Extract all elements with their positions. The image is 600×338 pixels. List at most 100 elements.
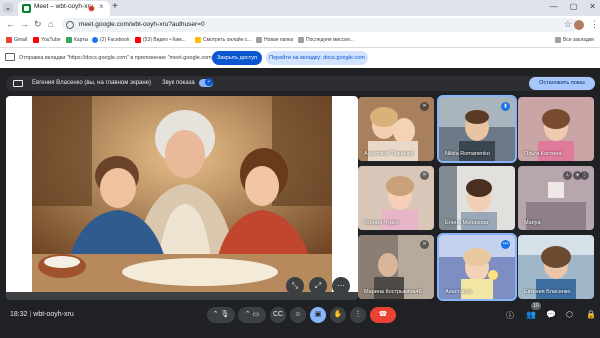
stop-presenting-button[interactable]: Остановить показ (529, 77, 595, 90)
shared-photo (32, 96, 332, 292)
leave-call-button[interactable]: ☎ (370, 307, 396, 323)
participant-tile[interactable]: ✕ Марина Кострыкина46 (358, 235, 434, 299)
participant-tile[interactable]: ▮ Nikita Romanenko (437, 95, 517, 163)
participant-tile[interactable]: Ольга Костина (518, 97, 594, 161)
chevron-up-icon[interactable]: ⌃ (245, 311, 251, 318)
recording-indicator-icon (88, 5, 95, 12)
screen-share-icon (5, 53, 15, 61)
captions-button[interactable]: CC (270, 307, 286, 323)
activities-icon[interactable]: ⬡ (566, 310, 573, 319)
present-icon (13, 80, 23, 87)
family-baking-photo (32, 96, 332, 292)
share-options-icon[interactable]: ⋯ (332, 277, 350, 295)
participant-name: Анастасія Ткаченко (364, 151, 414, 157)
all-bookmarks[interactable]: Все закладки (555, 37, 594, 43)
present-icon: ▣ (314, 311, 322, 318)
folder-icon (298, 37, 304, 43)
unpin-icon[interactable]: ⤡ (286, 277, 304, 295)
emoji-icon: ☺ (294, 311, 302, 318)
raise-hand-button[interactable]: ✋ (330, 307, 346, 323)
bookmark-video[interactable]: (53) Видео • Ким... (135, 37, 186, 43)
people-icon[interactable]: 👥 (526, 310, 536, 319)
mic-icon[interactable]: 🎙 (220, 311, 229, 318)
more-vert-icon: ⋮ (354, 311, 362, 318)
presentation-tile[interactable]: ⤡ ⤢ ⋯ (6, 96, 358, 300)
bookmark-facebook[interactable]: (2) Facebook (92, 37, 129, 43)
window-close-icon[interactable]: ✕ (589, 2, 596, 11)
bookmark-star-icon[interactable]: ☆ (564, 19, 572, 30)
bookmark-maps[interactable]: Карты (66, 37, 88, 43)
omnibox[interactable]: meet.google.com/wbt-ooyh-xru?authuser=0 … (62, 18, 578, 32)
bookmark-watch-online[interactable]: Смотреть онлайн с... (195, 37, 252, 43)
tab-sharing-infobar: Отправка вкладки "https://docs.google.co… (0, 48, 600, 68)
mic-off-icon: ✕ (420, 240, 429, 249)
bookmark-last-mission[interactable]: Последняя миссия... (298, 37, 354, 43)
captions-icon: CC (272, 311, 284, 318)
bookmarks-bar: Gmail YouTube Карты (2) Facebook (53) Ви… (0, 34, 600, 48)
gmail-icon (6, 37, 12, 43)
microphone-button[interactable]: ⌃ 🎙 (207, 307, 235, 323)
address-bar-row: ← → ↻ ⌂ meet.google.com/wbt-ooyh-xru?aut… (0, 16, 600, 34)
chat-icon[interactable]: 💬 (546, 310, 556, 319)
folder-icon (555, 37, 561, 43)
participant-name: Ксения Чуйко (364, 220, 399, 226)
profile-avatar[interactable] (574, 20, 584, 30)
tab-close-icon[interactable]: × (99, 2, 104, 11)
bookmark-youtube[interactable]: YouTube (33, 37, 61, 43)
url-text[interactable]: meet.google.com/wbt-ooyh-xru?authuser=0 (79, 21, 205, 28)
sound-toggle[interactable] (199, 78, 213, 87)
browser-tab-bar: ⌄ Meet – wbt-ooyh-xru × + — ▢ ✕ (0, 0, 600, 16)
maps-icon (66, 37, 72, 43)
window-controls: — ▢ ✕ (550, 2, 596, 11)
browser-tab[interactable]: Meet – wbt-ooyh-xru × (18, 1, 110, 16)
chevron-up-icon[interactable]: ⌃ (213, 311, 219, 318)
bookmark-new-folder[interactable]: Новая папка (256, 37, 293, 43)
youtube-icon (33, 37, 39, 43)
goto-tab-button[interactable]: Перейти на вкладку: docs.google.com (266, 51, 368, 65)
host-controls-icon[interactable]: 🔒 (586, 310, 596, 319)
mic-off-icon: ✕ (420, 102, 429, 111)
presenter-name: Евгения Власенко (вы, на главном экране) (32, 80, 152, 86)
video-icon (135, 37, 141, 43)
participant-name: Ольга Костина (524, 151, 562, 157)
browser-menu-icon[interactable]: ⋮ (590, 19, 599, 30)
participant-tile[interactable]: ••• Анастасия (437, 233, 517, 301)
tab-title: Meet – wbt-ooyh-xru (34, 3, 94, 10)
participant-tile[interactable]: ⊥ ● ⋮ Мariya (518, 166, 594, 230)
participant-tile[interactable]: Елена Монахова (439, 166, 515, 230)
phone-hangup-icon: ☎ (378, 311, 388, 318)
present-button[interactable]: ▣ (310, 307, 326, 323)
watch-icon (195, 37, 201, 43)
speaking-icon: ▮ (501, 102, 510, 111)
participant-name: Елена Монахова (445, 220, 489, 226)
camera-button[interactable]: ⌃ ▭ (238, 307, 266, 323)
emoji-button[interactable]: ☺ (290, 307, 306, 323)
camera-icon[interactable]: ▭ (253, 311, 260, 318)
participant-tile[interactable]: Евгения Власенко (518, 235, 594, 299)
tab-search-icon[interactable]: ⌄ (3, 3, 13, 13)
meeting-info-icon[interactable]: ⓘ (506, 310, 514, 321)
reload-icon[interactable]: ↻ (34, 19, 42, 30)
maximize-icon[interactable]: ▢ (570, 2, 578, 11)
pin-icon[interactable]: ⊥ (563, 171, 572, 180)
more-options-button[interactable]: ⋮ (350, 307, 366, 323)
more-options-icon[interactable]: ⋮ (580, 171, 589, 180)
bookmark-gmail[interactable]: Gmail (6, 37, 27, 43)
shared-document (6, 96, 358, 292)
stop-sharing-button[interactable]: Закрыть доступ (212, 51, 262, 65)
forward-icon[interactable]: → (20, 19, 29, 29)
folder-icon (256, 37, 262, 43)
fullscreen-icon[interactable]: ⤢ (309, 277, 327, 295)
participant-name: Мariya (524, 220, 541, 226)
new-tab-button[interactable]: + (112, 1, 118, 12)
back-icon[interactable]: ← (6, 19, 15, 29)
participant-name: Nikita Romanenko (445, 151, 490, 157)
home-icon[interactable]: ⌂ (48, 19, 53, 29)
participant-tile[interactable]: ✕ Анастасія Ткаченко (358, 97, 434, 161)
site-info-icon[interactable] (66, 21, 74, 29)
participant-tile[interactable]: ✕ Ксения Чуйко (358, 166, 434, 230)
participant-name: Евгения Власенко (524, 289, 571, 295)
people-count-badge: 10 (531, 302, 541, 310)
minimize-icon[interactable]: — (550, 2, 558, 11)
participant-name: Анастасия (445, 289, 472, 295)
